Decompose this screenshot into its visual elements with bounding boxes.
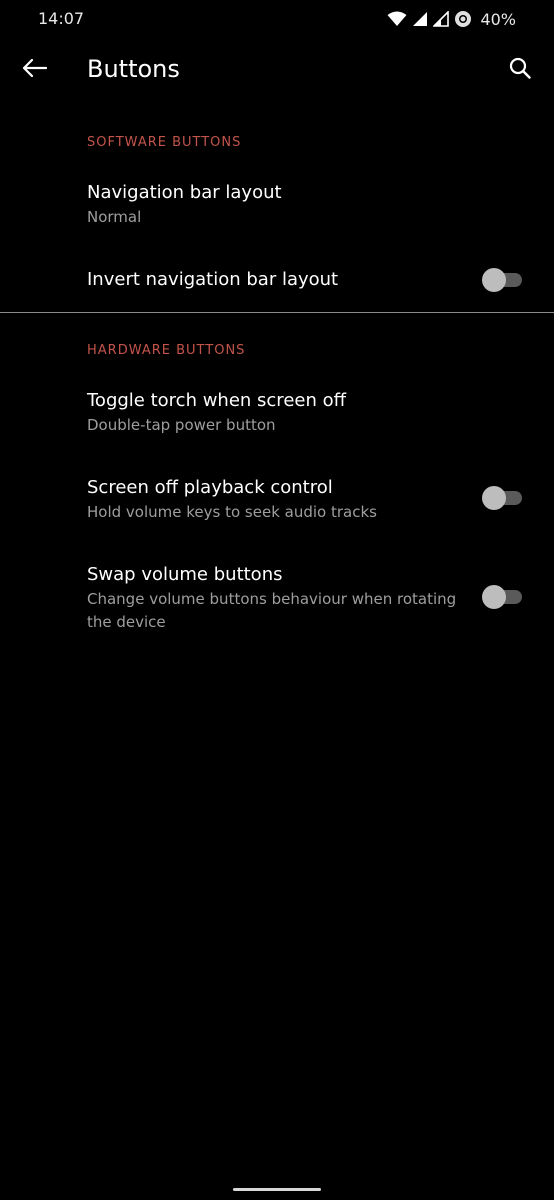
setting-title: Screen off playback control xyxy=(87,477,333,498)
switch-thumb xyxy=(482,585,506,609)
status-icons: 40% xyxy=(387,9,516,29)
switch-thumb xyxy=(482,268,506,292)
setting-toggle-torch[interactable]: Toggle torch when screen off Double-tap … xyxy=(0,378,554,450)
setting-navigation-bar-layout[interactable]: Navigation bar layout Normal xyxy=(0,170,554,242)
status-time: 14:07 xyxy=(38,9,85,28)
section-header-hardware: HARDWARE BUTTONS xyxy=(87,343,246,358)
setting-summary: Hold volume keys to seek audio tracks xyxy=(87,503,377,521)
data-saver-icon xyxy=(454,10,472,28)
cell-signal-2-icon xyxy=(433,11,450,27)
setting-title: Swap volume buttons xyxy=(87,564,283,585)
setting-invert-navigation-bar-layout[interactable]: Invert navigation bar layout xyxy=(0,252,554,310)
search-icon xyxy=(509,57,531,83)
switch-thumb xyxy=(482,486,506,510)
search-button[interactable] xyxy=(500,52,540,88)
back-button[interactable] xyxy=(14,52,54,88)
wifi-icon xyxy=(387,11,407,27)
battery-percent: 40% xyxy=(480,9,516,29)
page-title: Buttons xyxy=(87,55,180,83)
status-bar: 14:07 40% xyxy=(0,0,554,38)
screen-off-playback-switch[interactable] xyxy=(482,486,522,510)
setting-swap-volume-buttons[interactable]: Swap volume buttons Change volume button… xyxy=(0,552,554,644)
setting-summary: Double-tap power button xyxy=(87,416,276,434)
setting-screen-off-playback-control[interactable]: Screen off playback control Hold volume … xyxy=(0,465,554,537)
setting-summary: Normal xyxy=(87,208,142,226)
setting-title: Navigation bar layout xyxy=(87,182,282,203)
arrow-back-icon xyxy=(21,58,48,82)
section-header-software: SOFTWARE BUTTONS xyxy=(87,135,242,150)
invert-navigation-bar-switch[interactable] xyxy=(482,268,522,292)
setting-title: Invert navigation bar layout xyxy=(87,269,339,290)
cell-signal-icon xyxy=(412,11,428,27)
swap-volume-buttons-switch[interactable] xyxy=(482,585,522,609)
setting-title: Toggle torch when screen off xyxy=(87,390,347,411)
setting-summary: Change volume buttons behaviour when rot… xyxy=(87,590,457,631)
gesture-nav-handle[interactable] xyxy=(233,1188,321,1191)
section-divider xyxy=(0,312,554,313)
app-bar: Buttons xyxy=(0,38,554,104)
